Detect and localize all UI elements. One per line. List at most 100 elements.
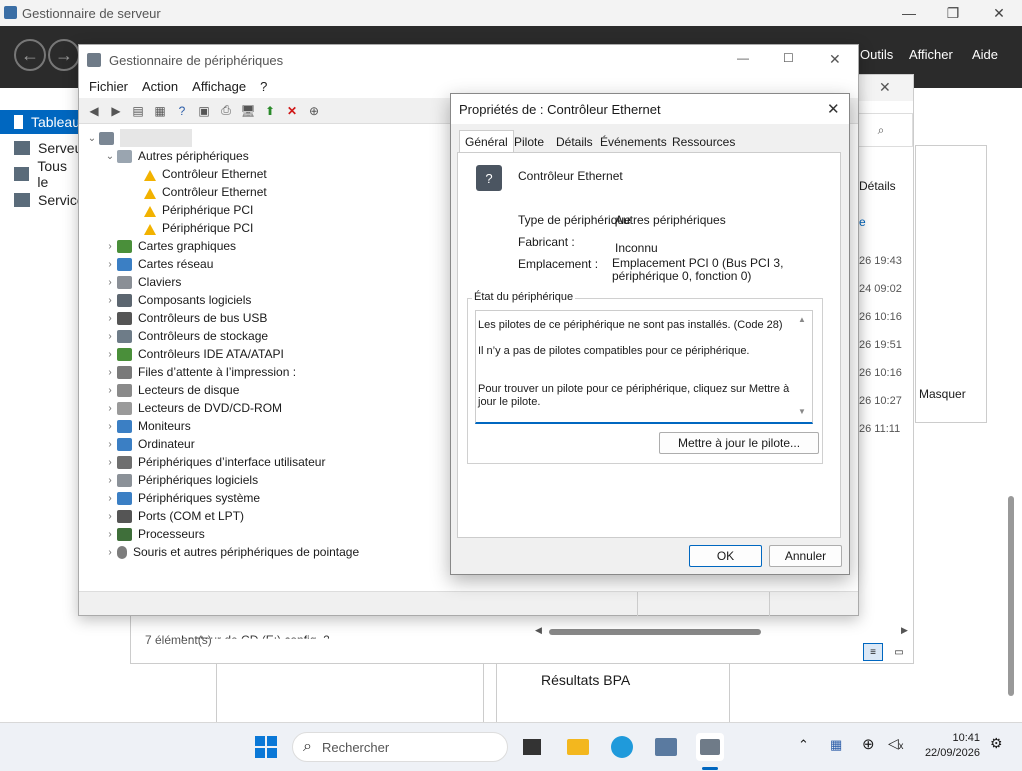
vertical-scrollbar[interactable]	[1008, 96, 1018, 696]
menu-help[interactable]: ?	[260, 79, 267, 94]
menu-action[interactable]: Action	[142, 79, 178, 94]
tree-category[interactable]: › Contrôleurs de bus USB	[103, 309, 267, 327]
details-view-icon[interactable]: ≡	[863, 643, 883, 661]
ok-button[interactable]: OK	[689, 545, 762, 567]
location-label: Emplacement :	[518, 257, 599, 271]
tab-events[interactable]: Événements	[595, 132, 672, 152]
volume-icon[interactable]: ◁ₓ	[888, 735, 903, 752]
collapse-icon[interactable]: ⌄	[85, 133, 99, 144]
horizontal-scrollbar[interactable]: ◀ ▶	[531, 625, 911, 639]
tiles-view-icon[interactable]: ▭	[889, 643, 909, 661]
scroll-down-icon[interactable]: ▼	[798, 407, 806, 416]
tray-chevron-icon[interactable]: ⌃	[798, 737, 809, 753]
back-icon[interactable]: ←	[14, 39, 46, 71]
tree-category[interactable]: › Contrôleurs de stockage	[103, 327, 268, 345]
link-fragment[interactable]: e	[859, 215, 866, 229]
menu-help[interactable]: Aide	[972, 47, 998, 62]
status-line-1: Les pilotes de ce périphérique ne sont p…	[478, 319, 783, 331]
maximize-button[interactable]: ❐	[930, 0, 976, 26]
dm-close-icon[interactable]: ✕	[829, 51, 841, 68]
notification-icon[interactable]: ⚙	[990, 735, 1003, 752]
update-driver-button[interactable]: Mettre à jour le pilote...	[659, 432, 819, 454]
tree-category[interactable]: › Composants logiciels	[103, 291, 251, 309]
file-explorer-icon[interactable]	[564, 733, 592, 761]
tree-category[interactable]: › Souris et autres périphériques de point…	[103, 543, 359, 561]
device-manager-taskbar-icon[interactable]	[696, 733, 724, 761]
tab-driver[interactable]: Pilote	[509, 132, 549, 152]
nav-all-servers[interactable]: Tous le	[14, 158, 80, 190]
clock-time[interactable]: 10:41	[918, 732, 980, 744]
nav-file-services[interactable]: Service	[14, 188, 85, 212]
minimize-button[interactable]: —	[886, 0, 932, 26]
clock-date[interactable]: 22/09/2026	[912, 747, 980, 759]
vscroll-thumb[interactable]	[1008, 496, 1014, 696]
tree-category[interactable]: › Claviers	[103, 273, 181, 291]
tree-device-pci-2[interactable]: Périphérique PCI	[141, 219, 253, 237]
update-driver-icon[interactable]: ⬆	[261, 102, 279, 120]
manufacturer-label: Fabricant :	[518, 235, 575, 249]
print-icon[interactable]: ⎙	[217, 102, 235, 120]
tree-category[interactable]: › Ports (COM et LPT)	[103, 507, 244, 525]
tab-resources[interactable]: Ressources	[667, 132, 740, 152]
tree-device-ethernet-2[interactable]: Contrôleur Ethernet	[141, 183, 267, 201]
tree-other-devices[interactable]: ⌄ Autres périphériques	[103, 147, 249, 165]
tree-category[interactable]: › Lecteurs de DVD/CD-ROM	[103, 399, 282, 417]
dm-minimize-icon[interactable]: —	[737, 51, 749, 65]
nav-local-server[interactable]: Serveu	[14, 136, 82, 160]
network-icon[interactable]: ▦	[830, 737, 842, 753]
collapse-icon[interactable]: ⌄	[103, 151, 117, 162]
forward-arrow-icon[interactable]: ▶	[107, 102, 125, 120]
back-arrow-icon[interactable]: ◀	[85, 102, 103, 120]
tree-category[interactable]: › Périphériques système	[103, 489, 260, 507]
computer-name-redacted	[120, 129, 192, 147]
scroll-left-icon[interactable]: ◀	[535, 625, 542, 636]
language-icon[interactable]: ⊕	[862, 735, 875, 753]
cancel-button[interactable]: Annuler	[769, 545, 842, 567]
scroll-up-icon[interactable]: ▲	[798, 315, 806, 324]
tree-device-ethernet-1[interactable]: Contrôleur Ethernet	[141, 165, 267, 183]
tab-details[interactable]: Détails	[551, 132, 598, 152]
start-icon[interactable]	[252, 733, 280, 761]
forward-icon[interactable]: →	[48, 39, 80, 71]
edge-icon[interactable]	[608, 733, 636, 761]
bpa-panel-left	[216, 664, 484, 722]
server-manager-taskbar-icon[interactable]	[652, 733, 680, 761]
tree-category[interactable]: › Cartes graphiques	[103, 237, 236, 255]
details-label: Détails	[859, 179, 896, 193]
tree-category[interactable]: › Contrôleurs IDE ATA/ATAPI	[103, 345, 284, 363]
tree-category[interactable]: › Ordinateur	[103, 435, 194, 453]
nav-dashboard[interactable]: Tableau	[0, 110, 80, 134]
tree-category[interactable]: › Périphériques logiciels	[103, 471, 258, 489]
tree-category[interactable]: › Files d’attente à l’impression :	[103, 363, 296, 381]
hide-button[interactable]: Masquer	[919, 387, 966, 401]
status-divider	[637, 592, 638, 616]
tree-device-pci-1[interactable]: Périphérique PCI	[141, 201, 253, 219]
view-icon[interactable]: ▣	[195, 102, 213, 120]
uninstall-icon[interactable]: ✕	[283, 102, 301, 120]
properties-icon[interactable]: ▤	[129, 102, 147, 120]
menu-tools[interactable]: Outils	[860, 47, 893, 62]
scroll-right-icon[interactable]: ▶	[901, 625, 908, 636]
close-button[interactable]: ✕	[976, 0, 1022, 26]
tree-category[interactable]: › Cartes réseau	[103, 255, 213, 273]
refresh-icon[interactable]: ▦	[151, 102, 169, 120]
menu-file[interactable]: Fichier	[89, 79, 128, 94]
tree-category[interactable]: › Moniteurs	[103, 417, 190, 435]
tab-general[interactable]: Général	[459, 130, 514, 152]
menu-view[interactable]: Affichage	[192, 79, 246, 94]
help-icon[interactable]: ?	[173, 102, 191, 120]
dm-maximize-icon[interactable]: ☐	[783, 51, 794, 65]
taskbar-search[interactable]: ⌕ Rechercher	[292, 732, 508, 762]
tree-category[interactable]: › Lecteurs de disque	[103, 381, 239, 399]
task-view-icon[interactable]	[518, 733, 546, 761]
menu-view[interactable]: Afficher	[909, 47, 953, 62]
scan-hardware-icon[interactable]: 🖥	[239, 102, 257, 120]
tree-category[interactable]: › Périphériques d’interface utilisateur	[103, 453, 325, 471]
properties-close-icon[interactable]: ✕	[827, 100, 840, 118]
disable-icon[interactable]: ⊕	[305, 102, 323, 120]
tree-root[interactable]: ⌄	[85, 129, 192, 147]
scroll-thumb[interactable]	[549, 629, 761, 635]
device-status-textbox[interactable]: Les pilotes de ce périphérique ne sont p…	[475, 310, 813, 424]
subwindow-close-icon[interactable]: ✕	[879, 79, 891, 96]
tree-category[interactable]: › Processeurs	[103, 525, 204, 543]
